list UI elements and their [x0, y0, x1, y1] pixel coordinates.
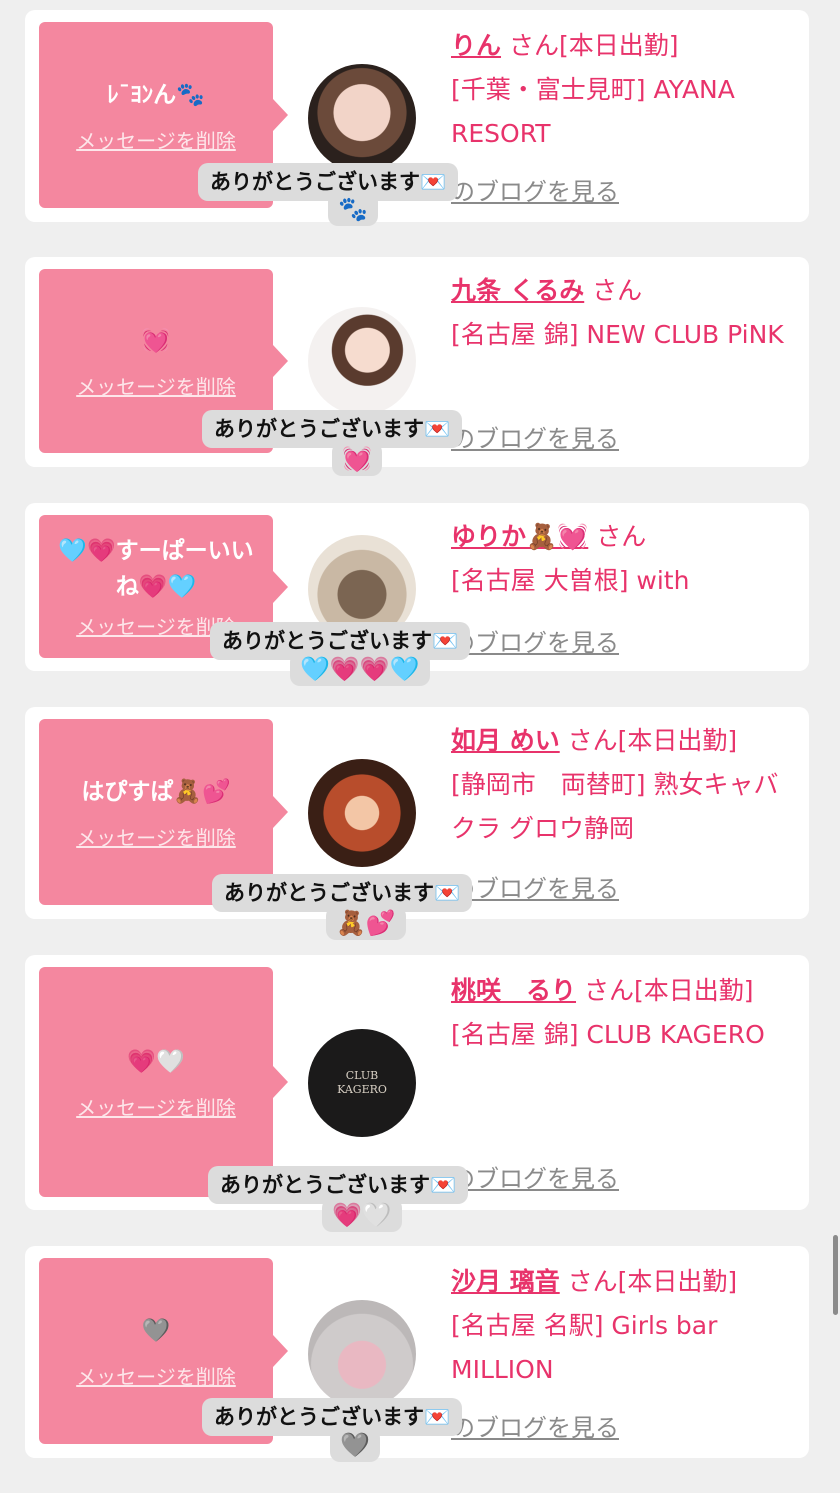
toast-emoji: 🐾 — [328, 192, 378, 226]
cast-info: 九条 くるみ さん [名古屋 錦] NEW CLUB PiNK — [451, 269, 796, 357]
shop-name: [名古屋 大曽根] with — [451, 566, 690, 595]
shop-name: [名古屋 錦] CLUB KAGERO — [451, 1020, 765, 1049]
delete-message-link[interactable]: メッセージを削除 — [76, 1361, 236, 1390]
delete-message-link[interactable]: メッセージを削除 — [76, 125, 236, 154]
thanks-toast: ありがとうございます💌 — [198, 163, 459, 201]
view-blog-link[interactable]: のブログを見る — [451, 623, 619, 658]
cast-info: 沙月 璃音 さん[本日出勤] [名古屋 名駅] Girls bar MILLIO… — [451, 1260, 796, 1392]
delete-message-link[interactable]: メッセージを削除 — [76, 822, 236, 851]
avatar[interactable] — [308, 307, 416, 415]
cast-info: 如月 めい さん[本日出勤] [静岡市 両替町] 熟女キャバクラ グロウ静岡 — [451, 719, 796, 851]
message-bubble: 💗🤍 メッセージを削除 — [39, 967, 273, 1197]
shop-name: [名古屋 錦] NEW CLUB PiNK — [451, 320, 784, 349]
delete-message-link[interactable]: メッセージを削除 — [76, 1092, 236, 1121]
cast-name-link[interactable]: りん — [451, 31, 501, 60]
cast-name-link[interactable]: 九条 くるみ — [451, 276, 584, 305]
avatar[interactable]: CLUB KAGERO — [308, 1029, 416, 1137]
cast-name-link[interactable]: 沙月 璃音 — [451, 1267, 560, 1296]
shop-name: [名古屋 名駅] Girls bar MILLION — [451, 1311, 718, 1384]
shop-name: [静岡市 両替町] 熟女キャバクラ グロウ静岡 — [451, 770, 779, 843]
cast-info: ゆりか🧸💓 さん [名古屋 大曽根] with — [451, 515, 796, 603]
cast-suffix: さん — [592, 276, 643, 305]
cast-info: りん さん[本日出勤] [千葉・富士見町] AYANA RESORT — [451, 24, 796, 156]
view-blog-link[interactable]: のブログを見る — [451, 869, 619, 904]
message-text: 🩶 — [141, 1317, 171, 1344]
cast-suffix: さん — [596, 522, 647, 551]
cast-suffix: さん[本日出勤] — [567, 1267, 738, 1296]
message-text: 💗🤍 — [127, 1048, 185, 1075]
cast-suffix: さん[本日出勤] — [508, 31, 679, 60]
cast-suffix: さん[本日出勤] — [567, 726, 738, 755]
cast-name-link[interactable]: 桃咲 るり — [451, 976, 576, 1005]
cast-info: 桃咲 るり さん[本日出勤] [名古屋 錦] CLUB KAGERO — [451, 969, 796, 1057]
avatar[interactable] — [308, 64, 416, 172]
avatar[interactable] — [308, 1300, 416, 1408]
view-blog-link[interactable]: のブログを見る — [451, 1408, 619, 1443]
delete-message-link[interactable]: メッセージを削除 — [76, 371, 236, 400]
cast-suffix: さん[本日出勤] — [583, 976, 754, 1005]
scrollbar[interactable] — [833, 1235, 838, 1315]
toast-emoji: 💗🤍 — [322, 1198, 402, 1232]
shop-name: [千葉・富士見町] AYANA RESORT — [451, 75, 735, 148]
message-text: はぴすぱ🧸💕 — [81, 778, 231, 805]
thanks-toast: ありがとうございます💌 — [202, 410, 463, 448]
cast-name-link[interactable]: ゆりか🧸💓 — [451, 522, 588, 551]
cast-name-link[interactable]: 如月 めい — [451, 726, 560, 755]
view-blog-link[interactable]: のブログを見る — [451, 1159, 619, 1194]
toast-emoji: 🧸💕 — [326, 906, 406, 940]
toast-emoji: 💓 — [332, 442, 382, 476]
view-blog-link[interactable]: のブログを見る — [451, 419, 619, 454]
avatar[interactable] — [308, 759, 416, 867]
avatar-logo-text: CLUB KAGERO — [337, 1069, 387, 1096]
view-blog-link[interactable]: のブログを見る — [451, 172, 619, 207]
toast-emoji: 🩶 — [330, 1428, 380, 1462]
message-text: 💓 — [141, 327, 171, 354]
toast-emoji: 🩵💗💗🩵 — [290, 652, 430, 686]
message-text: ﾚ¯ﾖﾝん🐾 — [107, 81, 205, 108]
message-text: 🩵💗すーぱーいいね💗🩵 — [58, 538, 254, 600]
